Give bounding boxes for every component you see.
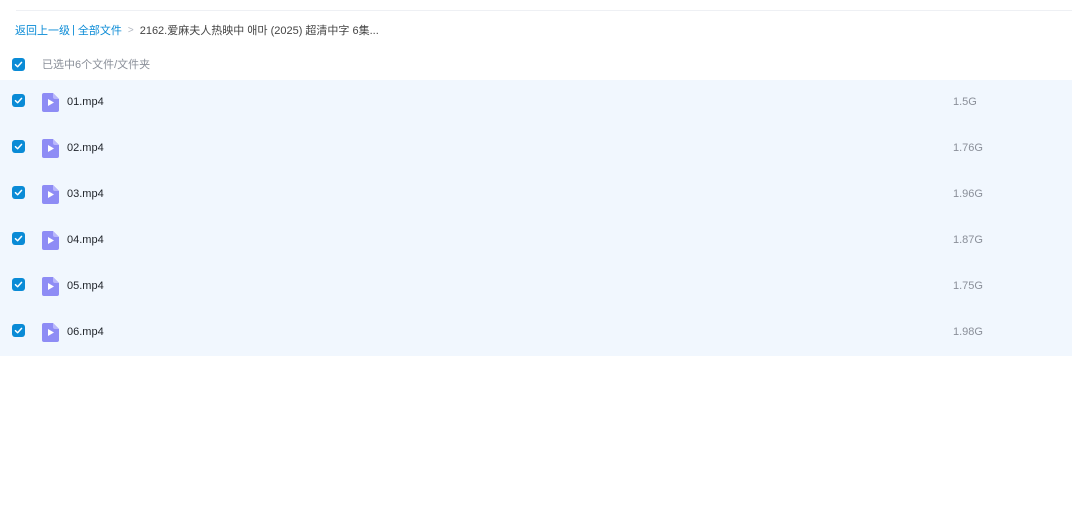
checkmark-icon xyxy=(14,235,23,242)
file-row[interactable]: 05.mp4 1.75G xyxy=(0,264,1072,310)
checkmark-icon xyxy=(14,327,23,334)
file-name[interactable]: 05.mp4 xyxy=(67,280,104,292)
file-name[interactable]: 04.mp4 xyxy=(67,234,104,246)
file-list: 01.mp4 1.5G 02.mp4 1.76G 03.mp4 1.96G 04.mp4 1.… xyxy=(0,80,1072,356)
file-checkbox[interactable] xyxy=(12,140,25,153)
select-all-checkbox[interactable] xyxy=(12,57,25,71)
checkmark-icon xyxy=(14,61,23,67)
video-file-icon xyxy=(42,185,59,204)
file-name[interactable]: 06.mp4 xyxy=(67,326,104,338)
breadcrumb-pipe: | xyxy=(72,24,75,36)
video-file-icon xyxy=(42,231,59,250)
selection-summary: 已选中6个文件/文件夹 xyxy=(42,59,151,71)
back-link[interactable]: 返回上一级 xyxy=(15,22,70,38)
checkmark-icon xyxy=(14,143,23,150)
breadcrumb-separator: > xyxy=(127,24,134,36)
file-size: 1.75G xyxy=(953,280,983,292)
all-files-link[interactable]: 全部文件 xyxy=(78,22,122,38)
file-checkbox[interactable] xyxy=(12,232,25,245)
breadcrumb: 返回上一级 | 全部文件 > 2162.爱麻夫人热映中 애마 (2025) 超清… xyxy=(15,22,379,38)
top-divider xyxy=(16,10,1072,11)
file-checkbox[interactable] xyxy=(12,94,25,107)
file-row[interactable]: 03.mp4 1.96G xyxy=(0,172,1072,218)
file-size: 1.76G xyxy=(953,142,983,154)
video-file-icon xyxy=(42,93,59,112)
file-row[interactable]: 02.mp4 1.76G xyxy=(0,126,1072,172)
file-checkbox[interactable] xyxy=(12,324,25,337)
current-folder-name: 2162.爱麻夫人热映中 애마 (2025) 超清中字 6集... xyxy=(139,25,379,37)
file-row[interactable]: 06.mp4 1.98G xyxy=(0,310,1072,356)
video-file-icon xyxy=(42,323,59,342)
checkmark-icon xyxy=(14,189,23,196)
file-row[interactable]: 01.mp4 1.5G xyxy=(0,80,1072,126)
file-name[interactable]: 01.mp4 xyxy=(67,96,104,108)
checkmark-icon xyxy=(14,281,23,288)
file-size: 1.96G xyxy=(953,188,983,200)
file-name[interactable]: 03.mp4 xyxy=(67,188,104,200)
file-size: 1.5G xyxy=(953,96,977,108)
file-checkbox[interactable] xyxy=(12,186,25,199)
checkmark-icon xyxy=(14,97,23,104)
file-size: 1.98G xyxy=(953,326,983,338)
video-file-icon xyxy=(42,277,59,296)
file-name[interactable]: 02.mp4 xyxy=(67,142,104,154)
selection-bar: 已选中6个文件/文件夹 xyxy=(12,56,150,72)
file-checkbox[interactable] xyxy=(12,278,25,291)
file-row[interactable]: 04.mp4 1.87G xyxy=(0,218,1072,264)
video-file-icon xyxy=(42,139,59,158)
file-size: 1.87G xyxy=(953,234,983,246)
